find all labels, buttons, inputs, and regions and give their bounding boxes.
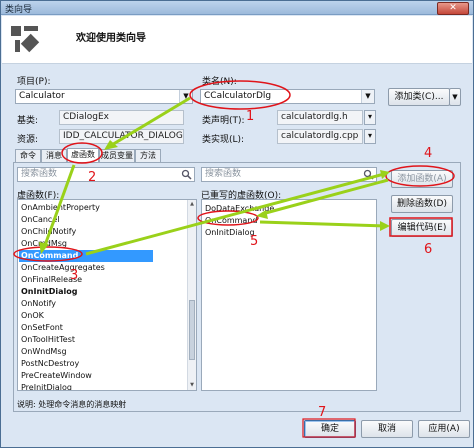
annotation-step: 2: [88, 170, 97, 185]
list-item[interactable]: OnToolHitTest: [21, 334, 75, 346]
scroll-down-icon[interactable]: ▼: [188, 381, 196, 390]
list-item[interactable]: OnCancel: [21, 214, 59, 226]
annotation-step: 6: [424, 242, 433, 257]
virtual-functions-list[interactable]: OnAmbientProperty OnCancel OnChildNotify…: [17, 199, 197, 391]
search-icon: [181, 169, 192, 180]
annotation-step: 1: [246, 109, 255, 124]
tab-messages[interactable]: 消息: [41, 149, 67, 162]
wand-icon: [11, 26, 40, 53]
search-placeholder: 搜索函数: [205, 169, 242, 179]
search-icon: [363, 169, 374, 180]
class-impl-field: calculatordlg.cpp: [277, 129, 363, 144]
chevron-down-icon[interactable]: ▼: [361, 90, 374, 103]
overridden-functions-list[interactable]: DoDataExchange OnCommand OnInitDialog: [201, 199, 377, 391]
scroll-thumb[interactable]: [189, 300, 195, 360]
title-bar: 类向导 ✕: [1, 1, 473, 15]
list-item[interactable]: DoDataExchange: [205, 203, 274, 215]
scroll-up-icon[interactable]: ▲: [188, 200, 196, 209]
project-combo[interactable]: Calculator ▼: [15, 89, 193, 104]
header-title: 欢迎使用类向导: [76, 33, 146, 44]
chevron-down-icon[interactable]: ▼: [179, 90, 192, 103]
tab-member-variables[interactable]: 成员变量: [99, 149, 135, 162]
list-item[interactable]: PreInitDialog: [21, 382, 72, 390]
list-item-selected[interactable]: OnCommand: [19, 250, 153, 262]
classname-label: 类名(N):: [202, 77, 237, 87]
list-item[interactable]: OnWndMsg: [21, 346, 67, 358]
annotation-step: 7: [318, 405, 327, 420]
window-title: 类向导: [5, 5, 33, 15]
class-decl-browse-button[interactable]: ▾: [364, 110, 376, 125]
list-item[interactable]: OnCommand: [205, 215, 257, 227]
list-item[interactable]: OnNotify: [21, 298, 56, 310]
list-item[interactable]: OnSetFont: [21, 322, 63, 334]
vertical-scrollbar[interactable]: ▲ ▼: [187, 200, 196, 390]
project-value: Calculator: [19, 91, 65, 101]
tab-commands[interactable]: 命令: [15, 149, 41, 162]
class-decl-label: 类声明(T):: [202, 116, 245, 126]
list-item[interactable]: OnInitDialog: [21, 286, 77, 298]
class-wizard-window: 类向导 ✕ 欢迎使用类向导 项目(P): Calculator ▼ 类名(N):…: [0, 0, 474, 448]
annotation-step: 4: [424, 146, 433, 161]
class-impl-label: 类实现(L):: [202, 135, 245, 145]
edit-code-button[interactable]: 编辑代码(E): [391, 219, 453, 237]
list-item[interactable]: PostNcDestroy: [21, 358, 79, 370]
list-item[interactable]: OnCmdMsg: [21, 238, 67, 250]
list-item[interactable]: OnChildNotify: [21, 226, 76, 238]
tab-virtual-functions[interactable]: 虚函数: [67, 148, 99, 162]
resource-label: 资源:: [17, 135, 39, 145]
classname-value: CCalculatorDlg: [204, 91, 272, 101]
classname-combo[interactable]: CCalculatorDlg ▼: [200, 89, 375, 104]
annotation-step: 5: [250, 234, 259, 249]
add-function-button[interactable]: 添加函数(A): [391, 170, 453, 188]
delete-function-button[interactable]: 删除函数(D): [391, 195, 453, 213]
list-item[interactable]: PreCreateWindow: [21, 370, 92, 382]
base-class-field: CDialogEx: [59, 110, 184, 125]
description-text: 说明: 处理命令消息的消息映射: [17, 400, 127, 409]
class-impl-browse-button[interactable]: ▾: [364, 129, 376, 144]
close-button[interactable]: ✕: [437, 2, 469, 15]
list-item[interactable]: OnOK: [21, 310, 44, 322]
project-label: 项目(P):: [17, 77, 51, 87]
overridden-function-search-input[interactable]: 搜索函数: [201, 167, 377, 182]
apply-button[interactable]: 应用(A): [418, 420, 470, 438]
list-item[interactable]: OnCreateAggregates: [21, 262, 105, 274]
list-item[interactable]: OnInitDialog: [205, 227, 255, 239]
chevron-down-icon[interactable]: ▼: [449, 88, 461, 106]
ok-button[interactable]: 确定: [304, 420, 356, 438]
class-decl-field: calculatordlg.h: [277, 110, 363, 125]
virtual-function-search-input[interactable]: 搜索函数: [17, 167, 195, 182]
search-placeholder: 搜索函数: [21, 169, 58, 179]
tab-methods[interactable]: 方法: [135, 149, 161, 162]
add-class-button[interactable]: 添加类(C)...: [388, 88, 450, 106]
cancel-button[interactable]: 取消: [361, 420, 413, 438]
annotation-step: 3: [70, 268, 79, 283]
resource-field: IDD_CALCULATOR_DIALOG: [59, 129, 184, 144]
wizard-header: 欢迎使用类向导: [2, 16, 472, 64]
base-class-label: 基类:: [17, 116, 39, 126]
list-item[interactable]: OnAmbientProperty: [21, 202, 100, 214]
